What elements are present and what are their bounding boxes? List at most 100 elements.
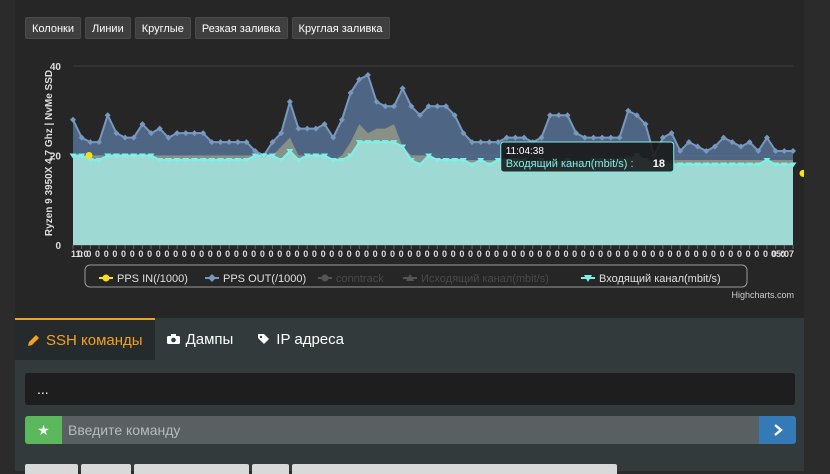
x-tick-label: 0	[147, 249, 152, 259]
x-tick-label: 0	[485, 249, 490, 259]
x-tick-label: 0	[251, 249, 256, 259]
x-tick-label: 0	[598, 249, 603, 259]
tab-dumps[interactable]: Дампы	[155, 318, 246, 360]
x-tick-label: 0	[537, 249, 542, 259]
x-tick-label: 0	[260, 249, 265, 259]
x-tick-label: 0	[295, 249, 300, 259]
x-tick-label: 0	[746, 249, 751, 259]
command-output: ...	[25, 373, 795, 405]
x-tick-label: 0	[164, 249, 169, 259]
x-tick-label: 0	[589, 249, 594, 259]
x-tick-label: 0	[607, 249, 612, 259]
quick-command-chip[interactable]	[252, 464, 289, 474]
x-tick-label: 0	[494, 249, 499, 259]
legend-item-label[interactable]: PPS OUT(/1000)	[223, 273, 306, 285]
x-tick-label: 0	[381, 249, 386, 259]
x-tick-label: 0	[390, 249, 395, 259]
x-tick-label: 0	[242, 249, 247, 259]
x-tick-label: 0	[572, 249, 577, 259]
x-tick-label: 0	[95, 249, 100, 259]
y-axis-title: Ryzen 9 3950X 4.7 Ghz | NvMe SSD	[44, 70, 55, 236]
x-tick-label: 0	[78, 249, 83, 259]
x-tick-label: 0	[468, 249, 473, 259]
legend-item-label[interactable]: PPS IN(/1000)	[117, 273, 188, 285]
x-tick-label: 0	[581, 249, 586, 259]
x-tick-label: 0	[173, 249, 178, 259]
x-tick-label: 0	[668, 249, 673, 259]
console-panel: SSH команды Дампы IP адреса ... ★	[15, 318, 804, 474]
tab-label: IP адреса	[276, 330, 344, 348]
x-tick-label: 0	[459, 249, 464, 259]
x-tick-label: 0	[763, 249, 768, 259]
x-tick-label: 0	[511, 249, 516, 259]
x-tick-label: 0	[190, 249, 195, 259]
quick-command-chip[interactable]	[25, 464, 78, 474]
x-tick-label: 0	[702, 249, 707, 259]
x-tick-label: 0	[563, 249, 568, 259]
tab-ip-addresses[interactable]: IP адреса	[245, 318, 356, 360]
x-tick-label: 0	[754, 249, 759, 259]
y-tick-label: 0	[55, 241, 61, 252]
command-input[interactable]	[62, 416, 759, 444]
x-tick-label: 0	[676, 249, 681, 259]
x-tick-label: 0	[286, 249, 291, 259]
x-tick-label: 0	[642, 249, 647, 259]
send-command-button[interactable]	[759, 416, 796, 444]
x-tick-label: 0	[433, 249, 438, 259]
x-tick-label: 05:07	[771, 249, 794, 259]
x-tick-label: 0	[225, 249, 230, 259]
x-tick-label: 0	[277, 249, 282, 259]
x-tick-label: 0	[130, 249, 135, 259]
tooltip-time: 11:04:38	[506, 146, 545, 157]
x-tick-label: 0	[477, 249, 482, 259]
quick-command-chip[interactable]	[292, 464, 617, 474]
tab-label: Дампы	[185, 330, 234, 348]
x-tick-label: 0	[399, 249, 404, 259]
x-tick-label: 0	[728, 249, 733, 259]
x-tick-label: 0	[216, 249, 221, 259]
x-tick-label: 0	[121, 249, 126, 259]
traffic-chart: 02040Ryzen 9 3950X 4.7 Ghz | NvMe SSD11:…	[44, 62, 804, 288]
pps-in-point	[85, 152, 93, 159]
x-tick-label: 0	[407, 249, 412, 259]
camera-icon	[166, 334, 180, 344]
x-tick-label: 0	[112, 249, 117, 259]
quick-commands-row	[25, 464, 617, 474]
x-tick-label: 0	[650, 249, 655, 259]
x-tick-label: 0	[737, 249, 742, 259]
x-tick-label: 0	[425, 249, 430, 259]
legend-item-label[interactable]: Входящий канал(mbit/s)	[599, 273, 721, 285]
tag-icon	[258, 333, 270, 344]
x-tick-label: 0	[86, 249, 91, 259]
pencil-icon	[28, 334, 39, 346]
x-tick-label: 0	[104, 249, 109, 259]
highcharts-credits[interactable]: Highcharts.com	[731, 290, 794, 300]
legend-marker	[208, 274, 216, 282]
quick-command-chip[interactable]	[134, 464, 249, 474]
x-tick-label: 0	[529, 249, 534, 259]
x-tick-label: 0	[451, 249, 456, 259]
x-tick-label: 0	[711, 249, 716, 259]
pps-out-point	[286, 98, 293, 105]
x-tick-label: 0	[364, 249, 369, 259]
x-tick-label: 0	[138, 249, 143, 259]
chart-panel: Колонки Линии Круглые Резкая заливка Кру…	[15, 0, 804, 318]
chevron-right-icon	[773, 424, 783, 436]
x-tick-label: 0	[659, 249, 664, 259]
x-tick-label: 0	[338, 249, 343, 259]
x-tick-label: 0	[624, 249, 629, 259]
x-tick-label: 0	[633, 249, 638, 259]
x-tick-label: 0	[503, 249, 508, 259]
quick-command-chip[interactable]	[81, 464, 131, 474]
star-icon: ★	[37, 421, 50, 438]
x-tick-label: 0	[720, 249, 725, 259]
legend-marker	[321, 274, 329, 282]
tab-ssh-commands[interactable]: SSH команды	[15, 318, 155, 360]
legend-item-label[interactable]: conntrack	[336, 273, 384, 285]
legend-item-label[interactable]: Исходящий канал(mbit/s)	[421, 273, 549, 285]
x-tick-label: 0	[234, 249, 239, 259]
tooltip-value: 18	[653, 158, 665, 170]
favorites-button[interactable]: ★	[25, 416, 62, 444]
tooltip-series-label: Входящий канал(mbit/s) :	[506, 158, 634, 170]
pps-in-point	[799, 169, 804, 177]
